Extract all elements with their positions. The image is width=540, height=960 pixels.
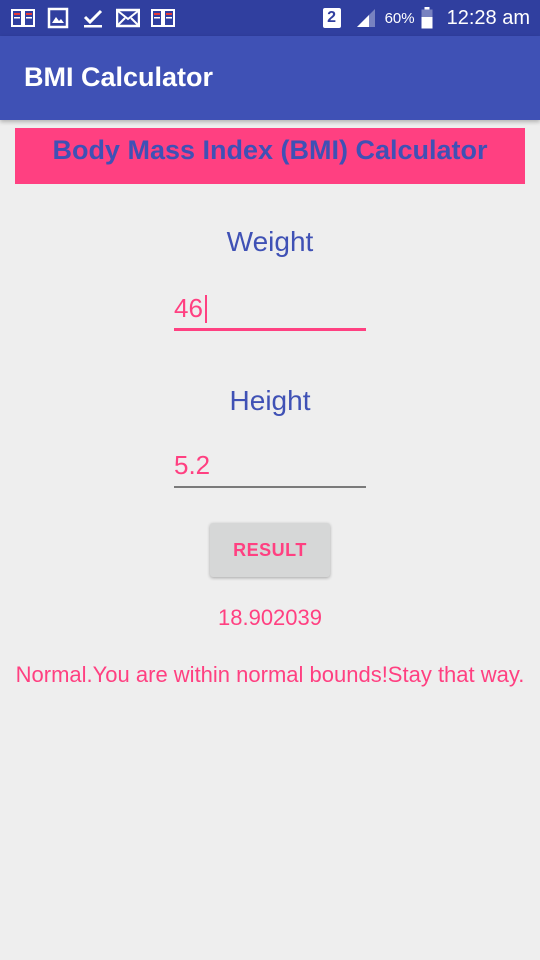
system-status-area: 2 60% 12:28 am — [322, 4, 530, 32]
status-clock: 12:28 am — [446, 6, 530, 29]
app-title: BMI Calculator — [24, 62, 214, 92]
height-input-underline — [174, 486, 366, 488]
weight-label: Weight — [226, 226, 314, 257]
battery-icon — [421, 7, 433, 29]
weight-input-underline — [174, 328, 366, 331]
text-cursor — [205, 295, 207, 323]
height-input[interactable] — [174, 444, 366, 486]
book-icon — [150, 6, 176, 30]
weight-input[interactable] — [174, 287, 366, 329]
weight-field-container[interactable] — [174, 287, 366, 331]
signal-icon — [355, 7, 377, 29]
bmi-value: 18.902039 — [218, 605, 322, 630]
height-field-container[interactable] — [174, 444, 366, 488]
book-icon — [10, 6, 36, 30]
battery-percent: 60% — [384, 9, 415, 27]
check-icon — [80, 6, 106, 30]
page-title-banner: Body Mass Index (BMI) Calculator — [15, 128, 525, 184]
app-bar: BMI Calculator — [0, 36, 540, 120]
height-label: Height — [229, 385, 311, 416]
notification-area — [10, 6, 176, 30]
image-icon — [45, 6, 71, 30]
mail-icon — [115, 6, 141, 30]
result-button[interactable]: RESULT — [210, 523, 330, 577]
sim-slot-badge: 2 — [322, 8, 341, 28]
status-bar: 2 60% 12:28 am — [0, 0, 540, 36]
bmi-message: Normal.You are within normal bounds!Stay… — [15, 662, 525, 687]
